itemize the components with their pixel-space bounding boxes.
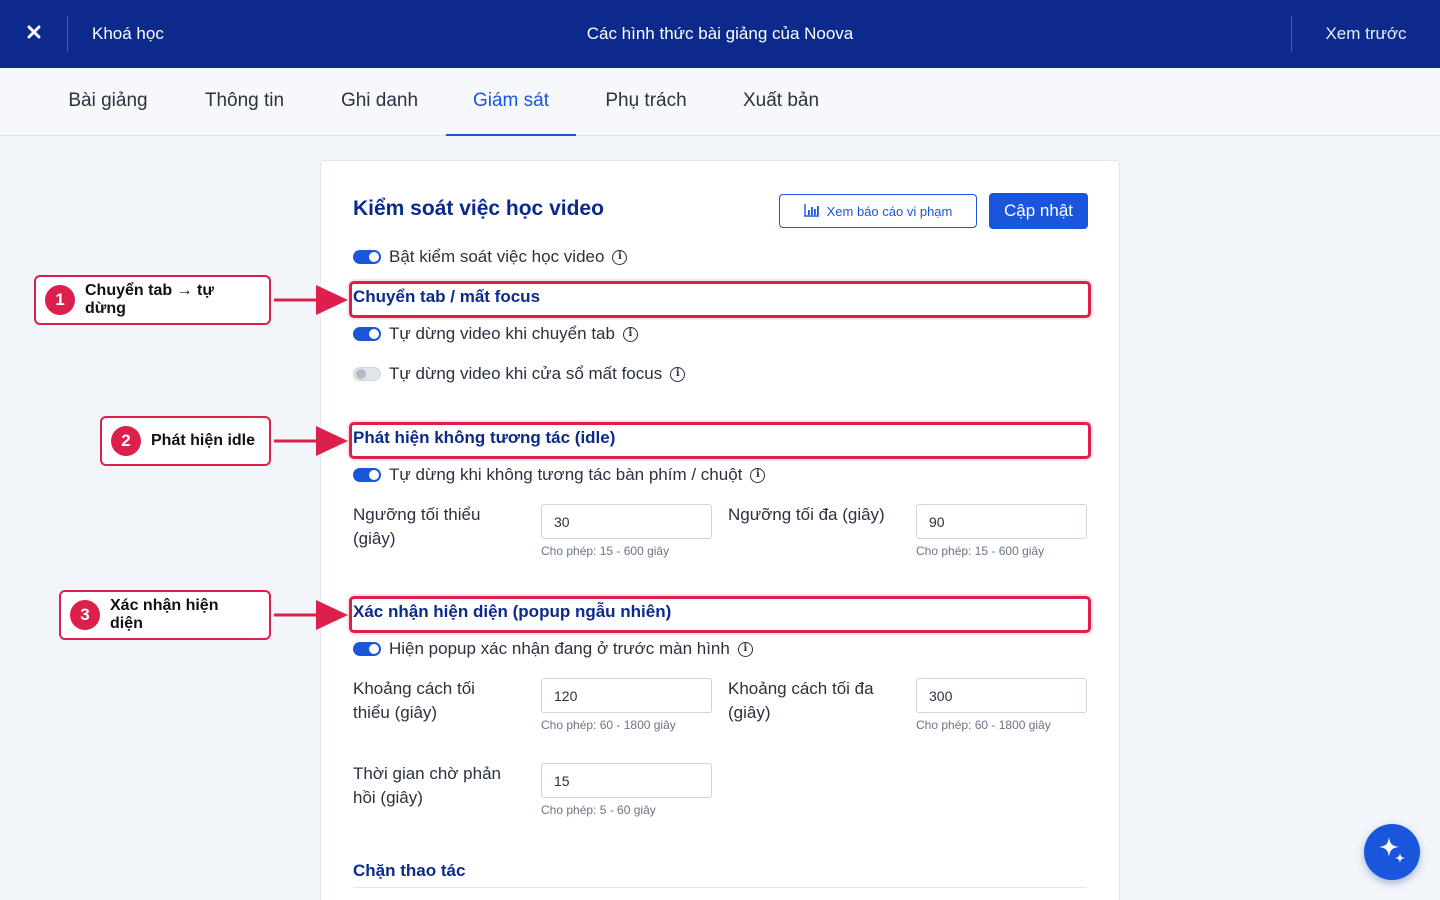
tab-monitoring[interactable]: Giám sát xyxy=(446,68,576,136)
annotation-label: Xác nhận hiện diện xyxy=(110,597,219,632)
update-button[interactable]: Cập nhật xyxy=(989,193,1088,229)
presence-wait-label: Thời gian chờ phản hồi (giây) xyxy=(353,764,501,807)
annotation-arrow-1 xyxy=(274,285,348,315)
idle-min-input[interactable] xyxy=(541,504,712,539)
bar-chart-icon xyxy=(803,203,820,220)
tab-info[interactable]: Thông tin xyxy=(176,68,313,136)
course-link[interactable]: Khoá học xyxy=(92,0,164,68)
tab-enrollment[interactable]: Ghi danh xyxy=(313,68,446,136)
section-title-presence: Xác nhận hiện diện (popup ngẫu nhiên) xyxy=(353,602,672,621)
tab-assignees[interactable]: Phụ trách xyxy=(576,68,716,136)
toggle-label: Hiện popup xác nhận đang ở trước màn hìn… xyxy=(389,639,730,658)
settings-card: Kiểm soát việc học video Xem báo cáo vi … xyxy=(320,160,1120,900)
report-button-label: Xem báo cáo vi phạm xyxy=(826,203,953,219)
toggle-row-idle: Tự dừng khi không tương tác bàn phím / c… xyxy=(353,463,766,487)
presence-wait-hint: Cho phép: 5 - 60 giây xyxy=(541,803,656,817)
annotation-number: 2 xyxy=(111,426,141,456)
idle-max-input[interactable] xyxy=(916,504,1087,539)
annotation-number: 3 xyxy=(70,600,100,630)
idle-min-hint: Cho phép: 15 - 600 giây xyxy=(541,544,670,558)
section-title-block: Chặn thao tác xyxy=(353,861,466,880)
toggle-label: Tự dừng khi không tương tác bàn phím / c… xyxy=(389,465,743,484)
info-icon[interactable]: i xyxy=(622,326,638,342)
annotation-label: Phát hiện idle xyxy=(151,432,256,449)
info-icon[interactable]: i xyxy=(670,366,686,382)
toggle-row-presence: Hiện popup xác nhận đang ở trước màn hìn… xyxy=(353,637,753,661)
tab-publish[interactable]: Xuất bản xyxy=(716,68,846,136)
presence-max-hint: Cho phép: 60 - 1800 giây xyxy=(916,718,1051,732)
pause-on-focus-loss-toggle[interactable] xyxy=(353,367,381,381)
annotation-callout-3: 3 Xác nhận hiện diện xyxy=(59,590,271,640)
info-icon[interactable]: i xyxy=(612,249,628,265)
presence-max-input[interactable] xyxy=(916,678,1087,713)
toggle-row-focus-loss: Tự dừng video khi cửa sổ mất focus i xyxy=(353,362,686,386)
top-bar: Khoá học Các hình thức bài giảng của Noo… xyxy=(0,0,1440,68)
master-toggle[interactable] xyxy=(353,250,381,264)
idle-max-label: Ngưỡng tối đa (giây) xyxy=(728,505,885,524)
section-title-tab-focus: Chuyển tab / mất focus xyxy=(353,287,541,306)
tab-bar: Bài giảng Thông tin Ghi danh Giám sát Ph… xyxy=(0,68,1440,136)
preview-button[interactable]: Xem trước xyxy=(1292,0,1440,68)
pause-on-tab-switch-toggle[interactable] xyxy=(353,327,381,341)
page-title: Các hình thức bài giảng của Noova xyxy=(586,24,854,43)
presence-min-input[interactable] xyxy=(541,678,712,713)
card-title: Kiểm soát việc học video xyxy=(353,197,604,220)
annotation-callout-2: 2 Phát hiện idle xyxy=(100,416,271,466)
header-divider xyxy=(67,16,68,52)
idle-max-hint: Cho phép: 15 - 600 giây xyxy=(916,544,1045,558)
info-icon[interactable]: i xyxy=(750,467,766,483)
close-button[interactable] xyxy=(0,0,68,68)
section-title-idle: Phát hiện không tương tác (idle) xyxy=(353,428,616,447)
annotation-number: 1 xyxy=(45,285,75,315)
sparkle-icon xyxy=(1375,833,1409,872)
toggle-label: Tự dừng video khi cửa sổ mất focus xyxy=(389,364,663,383)
presence-min-hint: Cho phép: 60 - 1800 giây xyxy=(541,718,676,732)
idle-min-label: Ngưỡng tối thiểu (giây) xyxy=(353,505,481,548)
tab-lectures[interactable]: Bài giảng xyxy=(40,68,176,136)
view-violation-report-button[interactable]: Xem báo cáo vi phạm xyxy=(779,194,977,228)
close-icon xyxy=(27,25,41,44)
pause-on-idle-toggle[interactable] xyxy=(353,468,381,482)
master-toggle-row: Bật kiểm soát việc học video i xyxy=(353,245,628,269)
toggle-label: Tự dừng video khi chuyển tab xyxy=(389,324,615,343)
presence-max-label: Khoảng cách tối đa (giây) xyxy=(728,679,874,722)
presence-wait-input[interactable] xyxy=(541,763,712,798)
ai-assistant-button[interactable] xyxy=(1364,824,1420,880)
presence-popup-toggle[interactable] xyxy=(353,642,381,656)
annotation-arrow-2 xyxy=(274,426,348,456)
info-icon[interactable]: i xyxy=(737,641,753,657)
master-toggle-label: Bật kiểm soát việc học video xyxy=(389,247,605,266)
annotation-label: Chuyển tab → tự dừng xyxy=(85,282,214,317)
annotation-arrow-3 xyxy=(274,600,348,630)
toggle-row-tab-switch: Tự dừng video khi chuyển tab i xyxy=(353,322,638,346)
section-divider xyxy=(353,887,1087,888)
annotation-callout-1: 1 Chuyển tab → tự dừng xyxy=(34,275,271,325)
presence-min-label: Khoảng cách tối thiểu (giây) xyxy=(353,679,475,722)
